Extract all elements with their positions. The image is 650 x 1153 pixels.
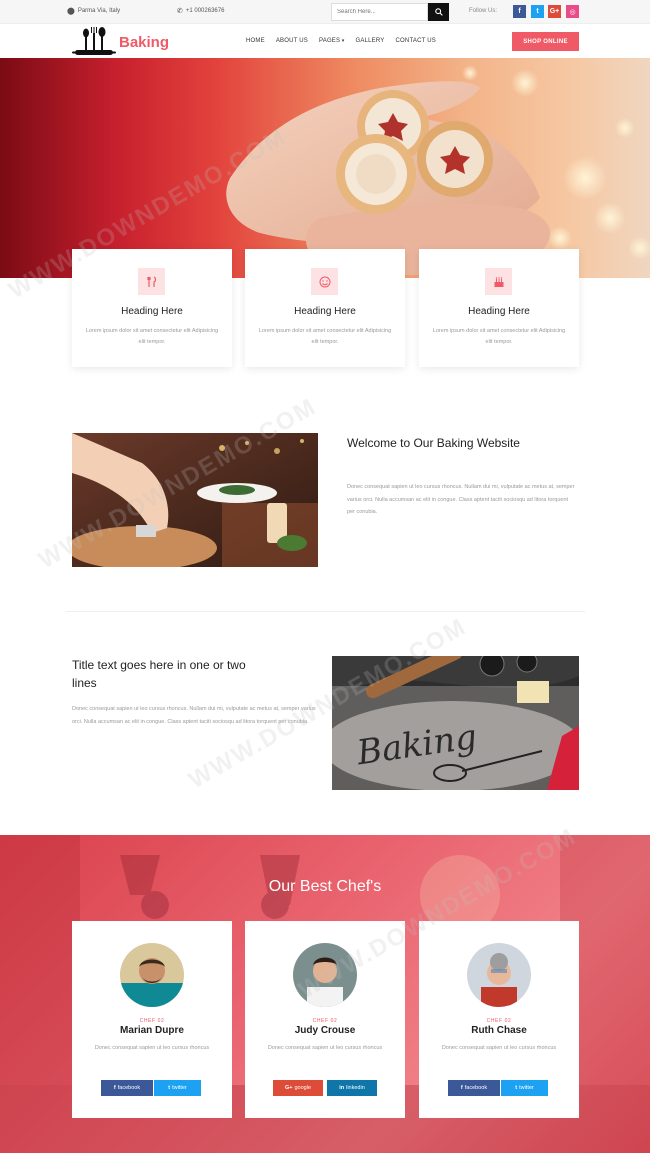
location-text: Parma Via, Italy xyxy=(77,8,121,14)
logo[interactable]: Baking xyxy=(72,26,169,58)
shop-online-button[interactable]: SHOP ONLINE xyxy=(512,32,579,51)
baking-logo-icon xyxy=(72,27,116,55)
search-button[interactable] xyxy=(428,3,449,21)
welcome-image xyxy=(72,433,318,567)
flour-baking-image: Baking xyxy=(332,656,579,790)
feature-heading: Heading Here xyxy=(294,306,356,317)
social-button-label: linkedin xyxy=(346,1085,365,1091)
location-info: ⬤ Parma Via, Italy xyxy=(67,7,120,15)
chef-description: Donec consequat sapien ut leo cursus rho… xyxy=(441,1045,557,1051)
facebook-icon: f xyxy=(460,1085,463,1091)
chef-card: CHEF 02 Ruth Chase Donec consequat sapien … xyxy=(419,921,579,1118)
facebook-icon: f xyxy=(113,1085,116,1091)
twitter-icon: t xyxy=(515,1085,518,1091)
welcome-text: Donec consequat sapien ut leo cursus rho… xyxy=(347,484,575,515)
logo-text: Baking xyxy=(119,33,170,51)
feature-text: Lorem ipsum dolor sit amet consectetur e… xyxy=(85,328,219,345)
feature-heading: Heading Here xyxy=(121,306,183,317)
smile-icon xyxy=(311,268,338,295)
nav-pages[interactable]: PAGES ▾ xyxy=(319,38,345,44)
phone-info: ✆ +1 000263676 xyxy=(177,7,224,15)
utensils-icon xyxy=(138,268,165,295)
google-plus-link[interactable]: G+ xyxy=(548,5,561,18)
chef-role: CHEF 02 xyxy=(139,1018,165,1024)
feature-heading: Heading Here xyxy=(468,306,530,317)
facebook-button[interactable]: f facebook xyxy=(101,1080,153,1096)
feature-text: Lorem ipsum dolor sit amet consectetur e… xyxy=(432,328,566,345)
chef-name: Marian Dupre xyxy=(120,1025,184,1036)
chef-description: Donec consequat sapien ut leo cursus rho… xyxy=(94,1045,210,1051)
main-nav: HOME ABOUT US PAGES ▾ GALLERY CONTACT US xyxy=(246,38,436,44)
chefs-title: Our Best Chef's xyxy=(268,878,382,895)
nav-contact-us[interactable]: CONTACT US xyxy=(396,38,436,44)
nav-pages-label: PAGES xyxy=(318,38,341,44)
section-divider xyxy=(66,611,585,612)
twitter-icon: t xyxy=(168,1085,171,1091)
top-bar: ⬤ Parma Via, Italy ✆ +1 000263676 Follow… xyxy=(0,0,650,24)
linkedin-button[interactable]: in linkedin xyxy=(327,1080,377,1096)
google-plus-icon: G+ xyxy=(549,8,560,15)
social-button-label: facebook xyxy=(464,1085,488,1091)
chef-role: CHEF 02 xyxy=(486,1018,512,1024)
feature-card: Heading Here Lorem ipsum dolor sit amet c… xyxy=(72,249,232,367)
linkedin-icon: in xyxy=(339,1085,345,1091)
nav-gallery[interactable]: GALLERY xyxy=(356,38,385,44)
nav-home[interactable]: HOME xyxy=(246,38,265,44)
social-button-label: twitter xyxy=(172,1085,187,1091)
twitter-link[interactable]: t xyxy=(531,5,544,18)
dribbble-icon: ◎ xyxy=(569,8,576,16)
social-button-label: google xyxy=(294,1085,312,1091)
facebook-link[interactable]: f xyxy=(513,5,526,18)
facebook-icon: f xyxy=(518,8,521,15)
section-title: Title text goes here in one or two lines xyxy=(72,658,246,690)
chef-card: CHEF 02 Marian Dupre Donec consequat sapie… xyxy=(72,921,232,1118)
chef-role: CHEF 02 xyxy=(312,1018,338,1024)
cake-icon xyxy=(485,268,512,295)
avatar xyxy=(467,943,531,1007)
social-button-label: facebook xyxy=(117,1085,141,1091)
search-icon xyxy=(434,8,443,16)
chef-name: Ruth Chase xyxy=(471,1025,527,1036)
main-header: Baking HOME ABOUT US PAGES ▾ GALLERY CON… xyxy=(0,24,650,58)
hero-banner xyxy=(0,58,650,278)
facebook-button[interactable]: f facebook xyxy=(448,1080,500,1096)
twitter-icon: t xyxy=(536,8,539,15)
section-text: Donec consequat sapien ut leo cursus rho… xyxy=(72,706,316,725)
chef-name: Judy Crouse xyxy=(294,1025,356,1036)
flour-board-photo: Baking xyxy=(332,656,579,790)
baking-cutter-photo xyxy=(72,433,318,567)
chef-card: CHEF 02 Judy Crouse Donec consequat sapien… xyxy=(245,921,405,1118)
social-button-label: twitter xyxy=(519,1085,534,1091)
avatar xyxy=(293,943,357,1007)
avatar xyxy=(120,943,184,1007)
search-input[interactable] xyxy=(331,3,428,21)
dribbble-link[interactable]: ◎ xyxy=(566,5,579,18)
search-form xyxy=(331,3,449,21)
feature-card: Heading Here Lorem ipsum dolor sit amet c… xyxy=(419,249,579,367)
follow-label: Follow Us: xyxy=(469,8,498,14)
twitter-button[interactable]: t twitter xyxy=(154,1080,201,1096)
google-button[interactable]: G+ google xyxy=(273,1080,323,1096)
feature-text: Lorem ipsum dolor sit amet consectetur e… xyxy=(258,328,392,345)
welcome-title: Welcome to Our Baking Website xyxy=(347,436,520,450)
map-pin-icon: ⬤ xyxy=(67,8,75,15)
google-plus-icon: G+ xyxy=(284,1085,293,1091)
nav-about-us[interactable]: ABOUT US xyxy=(276,38,308,44)
chef-description: Donec consequat sapien ut leo cursus rho… xyxy=(267,1045,383,1051)
feature-card: Heading Here Lorem ipsum dolor sit amet c… xyxy=(245,249,405,367)
hero-cookies-image xyxy=(226,65,650,275)
chevron-down-icon: ▾ xyxy=(340,38,345,44)
phone-text: +1 000263676 xyxy=(185,8,225,14)
phone-icon: ✆ xyxy=(177,8,183,15)
twitter-button[interactable]: t twitter xyxy=(501,1080,548,1096)
